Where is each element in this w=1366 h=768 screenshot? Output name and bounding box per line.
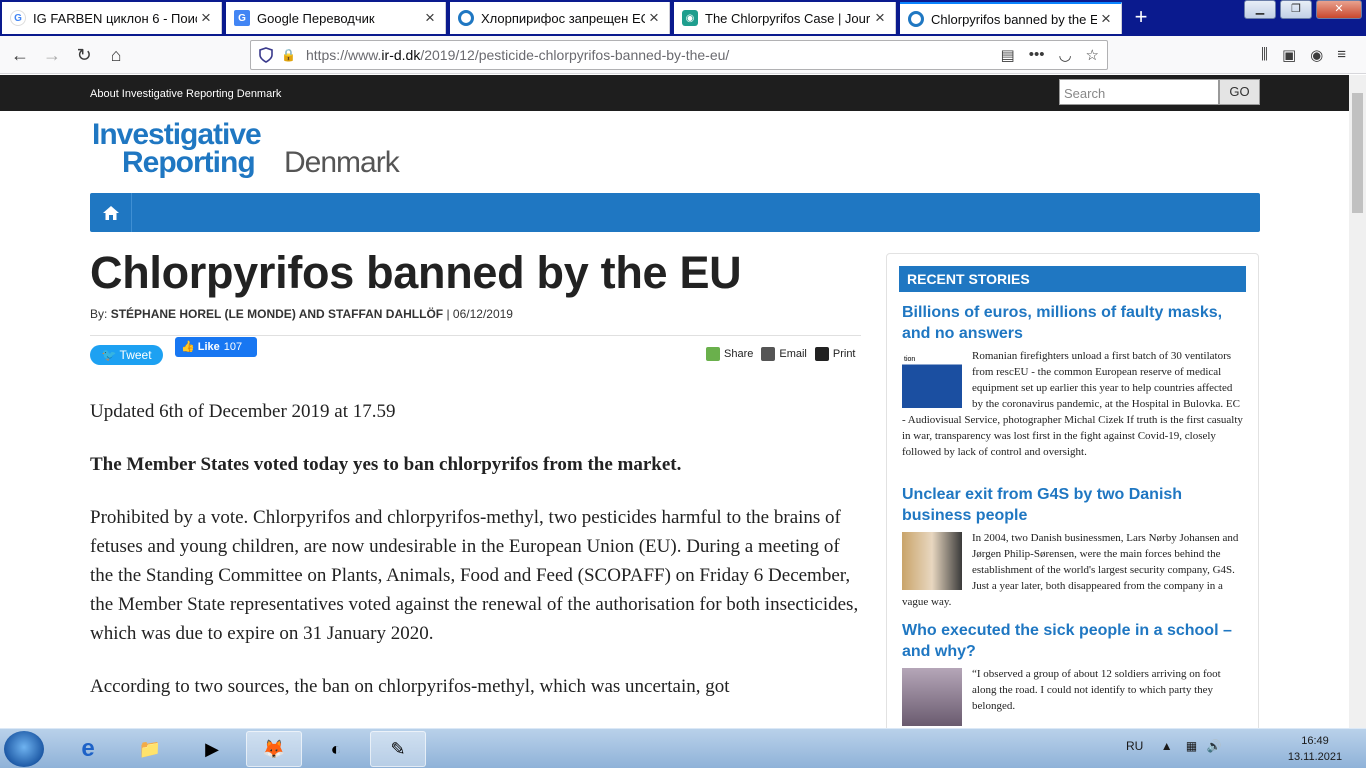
article-title: Chlorpyrifos banned by the EU: [90, 247, 742, 298]
home-icon[interactable]: ⌂: [104, 43, 128, 67]
article-date: 06/12/2019: [452, 307, 513, 321]
close-window-icon[interactable]: ✕: [1316, 0, 1362, 19]
windows-start-icon[interactable]: [4, 731, 44, 767]
reload-icon[interactable]: ↻: [72, 43, 96, 67]
story-thumbnail[interactable]: tion: [902, 350, 962, 408]
updated-note: Updated 6th of December 2019 at 17.59: [90, 401, 396, 422]
about-link[interactable]: About Investigative Reporting Denmark: [90, 88, 281, 100]
language-indicator[interactable]: RU: [1126, 739, 1143, 753]
new-tab-icon[interactable]: +: [1128, 4, 1154, 30]
story-item: Who executed the sick people in a school…: [902, 620, 1244, 728]
close-tab-icon[interactable]: ×: [1097, 9, 1115, 29]
story-title[interactable]: Unclear exit from G4S by two Danish busi…: [902, 484, 1244, 526]
url-bar[interactable]: 🔒 https://www. ir-d.dk/2019/12/pesticide-…: [250, 40, 1108, 70]
firefox-icon[interactable]: 🦊: [246, 731, 302, 767]
back-icon[interactable]: ←: [8, 43, 32, 67]
divider: [90, 335, 861, 336]
email-button[interactable]: Email: [761, 347, 807, 361]
media-player-icon[interactable]: ▶: [184, 731, 240, 767]
recent-stories-sidebar: RECENT STORIES Billions of euros, millio…: [886, 253, 1259, 728]
tab-strip: G IG FARBEN циклон 6 - Поиск в × G Googl…: [0, 0, 1366, 36]
share-tools: Share Email Print: [706, 347, 856, 361]
shield-icon[interactable]: [259, 47, 273, 63]
share-button[interactable]: Share: [706, 347, 753, 361]
camera-icon: ◉: [682, 10, 698, 26]
story-item: Billions of euros, millions of faulty ma…: [902, 302, 1244, 460]
tab-translate[interactable]: G Google Переводчик ×: [226, 2, 446, 34]
sidebar-heading: RECENT STORIES: [899, 266, 1246, 292]
authors[interactable]: Stéphane Horel (Le Monde) and Staffan Da…: [111, 307, 443, 321]
window-controls: ▁ ❐ ✕: [1244, 0, 1362, 19]
twitter-bird-icon: 🐦: [101, 348, 117, 362]
close-tab-icon[interactable]: ×: [197, 8, 215, 28]
tab-journal[interactable]: ◉ The Chlorpyrifos Case | Journal ×: [674, 2, 896, 34]
ie-icon[interactable]: e: [60, 731, 116, 767]
main-nav: [90, 193, 1260, 232]
app-swirl-icon[interactable]: ◐: [308, 731, 364, 767]
site-logo[interactable]: Investigative Reporting Denmark: [92, 118, 432, 183]
tweet-button[interactable]: 🐦 Tweet: [90, 345, 163, 365]
bookmark-star-icon[interactable]: ☆: [1086, 46, 1099, 64]
story-item: Unclear exit from G4S by two Danish busi…: [902, 484, 1244, 610]
maximize-icon[interactable]: ❐: [1280, 0, 1312, 19]
email-icon: [761, 347, 776, 361]
page-scrollbar[interactable]: [1349, 75, 1366, 728]
sidebar-icon[interactable]: ▣: [1282, 46, 1296, 64]
eye-icon: [908, 11, 924, 27]
printer-icon: [814, 347, 829, 361]
page-actions-icon[interactable]: •••: [1029, 46, 1045, 64]
story-thumbnail[interactable]: [902, 532, 962, 590]
tab-article-ru[interactable]: Хлорпирифос запрещен ЕС | ×: [450, 2, 670, 34]
google-g-icon: G: [10, 10, 26, 26]
network-icon[interactable]: ▦: [1186, 739, 1197, 753]
paragraph: Prohibited by a vote. Chlorpyrifos and c…: [90, 507, 859, 644]
story-title[interactable]: Who executed the sick people in a school…: [902, 620, 1244, 662]
tab-active[interactable]: Chlorpyrifos banned by the EU ×: [900, 2, 1122, 34]
close-tab-icon[interactable]: ×: [645, 8, 663, 28]
facebook-like-button[interactable]: 👍 Like 107: [175, 337, 257, 357]
library-icon[interactable]: ⫼: [1261, 46, 1268, 64]
translate-icon: G: [234, 10, 250, 26]
notepad-icon[interactable]: ✎: [370, 731, 426, 767]
account-icon[interactable]: ◉: [1310, 46, 1323, 64]
story-thumbnail[interactable]: [902, 668, 962, 726]
lead-paragraph: The Member States voted today yes to ban…: [90, 454, 682, 475]
windows-taskbar: e 📁 ▶ 🦊 ◐ ✎ RU ▲ ▦ 🔊 16:49 13.11.2021: [0, 728, 1366, 768]
scrollbar-thumb[interactable]: [1352, 93, 1363, 213]
close-tab-icon[interactable]: ×: [421, 8, 439, 28]
tab-search[interactable]: G IG FARBEN циклон 6 - Поиск в ×: [2, 2, 222, 34]
page-viewport: About Investigative Reporting Denmark Se…: [0, 75, 1349, 728]
url-actions: ▤ ••• ◡ ☆: [1001, 46, 1100, 64]
nav-bar: ← → ↻ ⌂ 🔒 https://www. ir-d.dk/2019/12/pe…: [0, 36, 1366, 74]
system-tray: RU ▲ ▦ 🔊: [1126, 739, 1222, 753]
pocket-icon[interactable]: ◡: [1058, 46, 1071, 64]
story-excerpt: “I observed a group of about 12 soldiers…: [972, 668, 1221, 712]
minimize-icon[interactable]: ▁: [1244, 0, 1276, 19]
house-icon: [102, 205, 119, 220]
article-body: Updated 6th of December 2019 at 17.59 Th…: [90, 397, 865, 725]
like-count: 107: [223, 341, 243, 353]
go-button[interactable]: GO: [1219, 79, 1260, 105]
reader-view-icon[interactable]: ▤: [1001, 46, 1015, 64]
lock-icon[interactable]: 🔒: [281, 48, 296, 62]
print-button[interactable]: Print: [814, 347, 856, 361]
volume-icon[interactable]: 🔊: [1207, 739, 1222, 753]
byline: By: Stéphane Horel (Le Monde) and Staffa…: [90, 307, 513, 321]
toolbar-icons: ⫼ ▣ ◉ ≡: [1261, 46, 1346, 64]
eye-icon: [458, 10, 474, 26]
thumbs-up-icon: 👍: [181, 341, 195, 353]
share-icon: [706, 347, 720, 361]
search-input[interactable]: Search: [1059, 79, 1219, 105]
menu-icon[interactable]: ≡: [1337, 46, 1346, 64]
top-bar: About Investigative Reporting Denmark Se…: [0, 75, 1349, 111]
file-explorer-icon[interactable]: 📁: [122, 731, 178, 767]
story-title[interactable]: Billions of euros, millions of faulty ma…: [902, 302, 1244, 344]
tray-arrow-icon[interactable]: ▲: [1161, 739, 1173, 753]
paragraph: According to two sources, the ban on chl…: [90, 676, 730, 697]
close-tab-icon[interactable]: ×: [871, 8, 889, 28]
clock[interactable]: 16:49 13.11.2021: [1280, 733, 1350, 765]
forward-icon[interactable]: →: [40, 43, 64, 67]
home-nav-button[interactable]: [90, 193, 132, 232]
